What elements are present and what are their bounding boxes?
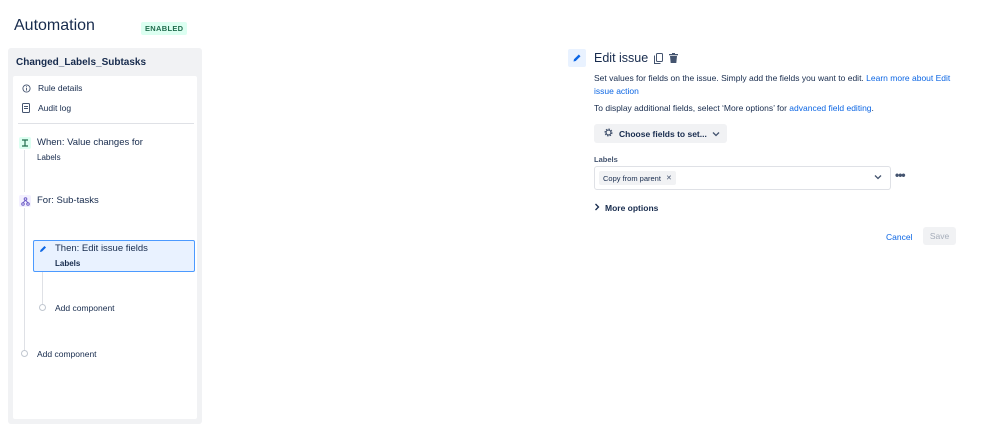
labels-field-label: Labels xyxy=(594,155,618,164)
branch-node[interactable]: For: Sub-tasks xyxy=(37,195,99,206)
rule-name: Changed_Labels_Subtasks xyxy=(16,57,147,68)
add-dot-icon xyxy=(21,350,28,357)
document-icon xyxy=(21,103,31,113)
flow-connector xyxy=(24,208,25,352)
more-actions-icon[interactable]: ••• xyxy=(895,168,906,182)
branch-icon xyxy=(19,195,31,207)
trigger-detail: Labels xyxy=(37,153,61,162)
rule-details-link[interactable]: Rule details xyxy=(21,83,82,93)
trigger-icon xyxy=(19,137,31,149)
trash-icon[interactable] xyxy=(668,53,678,64)
chevron-right-icon xyxy=(594,203,600,213)
chevron-down-icon xyxy=(712,129,720,139)
more-options-label: More options xyxy=(605,203,659,213)
save-button[interactable]: Save xyxy=(923,227,956,245)
copy-icon[interactable] xyxy=(653,52,663,64)
add-component-inner[interactable]: Add component xyxy=(55,303,115,313)
hint-prefix: To display additional fields, select ‘Mo… xyxy=(594,103,790,113)
add-dot-icon xyxy=(39,304,46,311)
flow-connector xyxy=(24,150,25,192)
page-title: Automation xyxy=(14,17,95,34)
audit-log-link[interactable]: Audit log xyxy=(21,103,71,113)
selected-label-chip: Copy from parent ✕ xyxy=(599,171,676,185)
trigger-node[interactable]: When: Value changes for xyxy=(37,137,143,148)
additional-fields-hint: To display additional fields, select ‘Mo… xyxy=(594,103,874,113)
description-text: Set values for fields on the issue. Simp… xyxy=(594,73,867,83)
cancel-button[interactable]: Cancel xyxy=(880,228,918,245)
advanced-field-editing-link[interactable]: advanced field editing xyxy=(789,103,871,113)
pencil-icon xyxy=(37,243,49,255)
divider xyxy=(18,123,194,124)
choose-fields-button[interactable]: Choose fields to set... xyxy=(594,124,727,143)
editor-title: Edit issue xyxy=(594,51,649,65)
editor-header: Edit issue xyxy=(594,51,678,65)
add-component-outer[interactable]: Add component xyxy=(37,349,97,359)
action-detail: Labels xyxy=(55,259,81,268)
edit-pencil-icon xyxy=(568,49,586,67)
audit-log-label: Audit log xyxy=(38,103,72,113)
info-icon xyxy=(21,83,31,93)
choose-fields-label: Choose fields to set... xyxy=(619,128,707,139)
remove-icon[interactable]: ✕ xyxy=(666,174,672,182)
gear-icon xyxy=(603,127,614,140)
chip-label: Copy from parent xyxy=(603,173,661,183)
rule-details-label: Rule details xyxy=(38,83,83,93)
action-title: Then: Edit issue fields xyxy=(55,243,148,254)
chevron-down-icon[interactable] xyxy=(873,172,883,182)
editor-description: Set values for fields on the issue. Simp… xyxy=(594,72,964,98)
flow-connector xyxy=(42,272,43,305)
hint-suffix: . xyxy=(871,103,874,113)
more-options-toggle[interactable]: More options xyxy=(594,203,658,213)
status-badge: ENABLED xyxy=(141,22,188,35)
